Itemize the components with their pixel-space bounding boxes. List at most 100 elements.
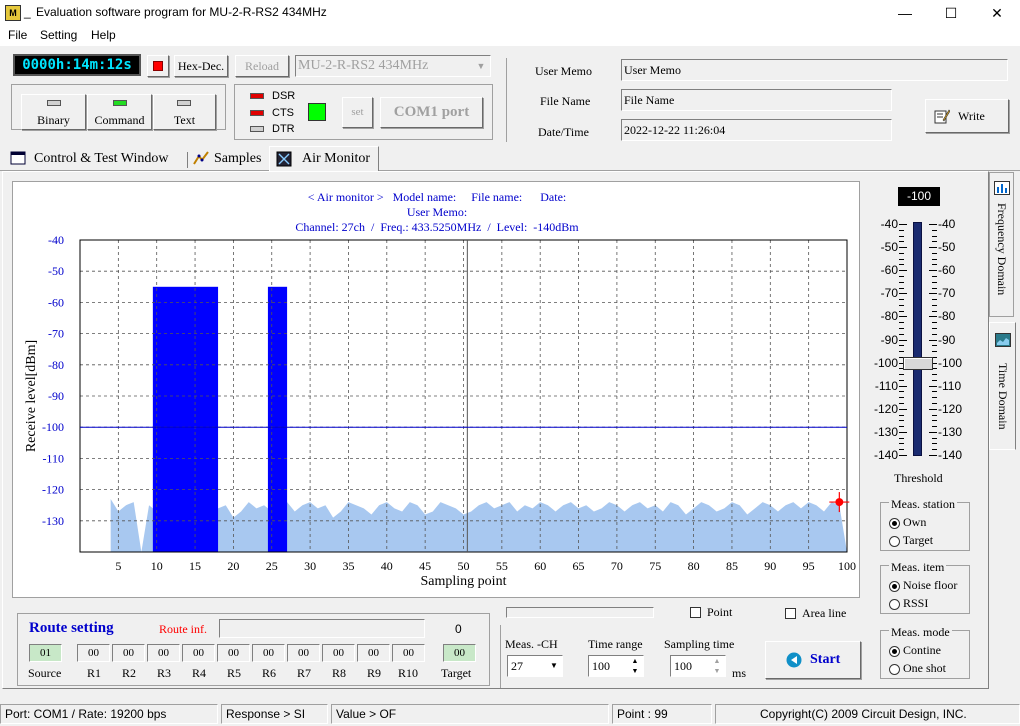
tab-samples[interactable]: Samples [190, 148, 268, 170]
radio-own-label: Own [903, 515, 927, 529]
tab-separator [187, 152, 188, 168]
chevron-down-icon[interactable]: ▼ [547, 657, 561, 675]
threshold-minor-tick [932, 229, 937, 231]
repeater-field[interactable]: 00 [112, 644, 145, 662]
threshold-minor-tick [929, 431, 937, 433]
threshold-minor-tick [932, 345, 937, 347]
side-tab-time-label: Time Domain [996, 363, 1010, 430]
model-select-value: MU-2-R-RS2 434MHz [298, 58, 429, 73]
threshold-minor-tick [929, 293, 937, 295]
menu-bar: File Setting Help [0, 26, 1020, 46]
command-button[interactable]: Command [87, 94, 152, 130]
user-memo-field[interactable]: User Memo [621, 59, 1008, 81]
threshold-scale-tick: -130 [873, 424, 898, 439]
repeater-label: R7 [297, 666, 312, 680]
target-field[interactable]: 00 [443, 644, 476, 662]
repeater-field[interactable]: 00 [357, 644, 390, 662]
radio-own[interactable]: Own [889, 515, 926, 530]
meas-mode-title: Meas. mode [889, 625, 952, 640]
radio-contine[interactable]: Contine [889, 643, 941, 658]
maximize-icon[interactable]: ☐ [928, 0, 974, 26]
point-checkbox[interactable] [690, 607, 701, 618]
repeater-field[interactable]: 00 [182, 644, 215, 662]
threshold-minor-tick [932, 327, 937, 329]
repeater-field[interactable]: 00 [322, 644, 355, 662]
threshold-scale-tick: -80 [938, 309, 956, 324]
file-name-field[interactable]: File Name [621, 89, 892, 111]
model-select[interactable]: MU-2-R-RS2 434MHz ▼ [295, 55, 491, 77]
side-tab-frequency[interactable]: Frequency Domain [989, 172, 1014, 317]
threshold-slider-thumb[interactable] [903, 356, 933, 370]
threshold-scale-tick: -40 [880, 217, 898, 231]
area-line-checkbox[interactable] [785, 608, 796, 619]
menu-setting[interactable]: Setting [40, 28, 77, 42]
frequency-icon [994, 181, 1010, 195]
repeater-field[interactable]: 00 [77, 644, 110, 662]
meas-station-group: Meas. station Own Target [880, 497, 970, 551]
date-time-field[interactable]: 2022-12-22 11:26:04 [621, 119, 892, 141]
set-button[interactable]: set [342, 97, 373, 128]
radio-noise-floor-indicator[interactable] [889, 580, 900, 592]
threshold-minor-tick [932, 437, 937, 439]
time-range-input[interactable]: 100 ▲ ▼ [588, 655, 644, 677]
reload-button[interactable]: Reload [235, 55, 289, 77]
radio-target[interactable]: Target [889, 533, 933, 548]
threshold-minor-tick [899, 437, 904, 439]
radio-rssi-indicator[interactable] [889, 598, 900, 610]
threshold-minor-tick [899, 247, 907, 249]
radio-one-shot[interactable]: One shot [889, 661, 946, 676]
source-field[interactable]: 01 [29, 644, 62, 662]
radio-contine-indicator[interactable] [889, 645, 900, 657]
tab-air-monitor[interactable]: Air Monitor [269, 146, 379, 171]
threshold-scale-tick: -90 [880, 332, 898, 347]
com-port-button[interactable]: COM1 port [380, 97, 483, 128]
radio-one-shot-indicator[interactable] [889, 663, 900, 675]
divider-left [500, 625, 501, 688]
text-button[interactable]: Text [153, 94, 216, 130]
threshold-scale-tick: -50 [880, 240, 898, 255]
repeater-field[interactable]: 00 [147, 644, 180, 662]
repeater-label: R4 [192, 666, 207, 680]
radio-target-indicator[interactable] [889, 535, 900, 547]
binary-button[interactable]: Binary [21, 94, 86, 130]
repeater-field[interactable]: 00 [252, 644, 285, 662]
menu-help[interactable]: Help [91, 28, 116, 42]
window-icon [10, 151, 26, 165]
start-button[interactable]: Start [765, 641, 861, 679]
sampling-time-input[interactable]: 100 ▲ ▼ [670, 655, 726, 677]
tab-control-label: Control & Test Window [34, 151, 169, 166]
repeater-label: R9 [367, 666, 382, 680]
tab-control-test[interactable]: Control & Test Window [6, 148, 186, 170]
threshold-scale-tick: -130 [938, 424, 963, 439]
minimize-icon[interactable]: — [882, 0, 928, 26]
threshold-scale-right: -40 -50 -60 -70 -80 -90 -100 -110 -120 -130 -140 [938, 214, 970, 464]
point-label: Point [707, 605, 733, 619]
repeater-field[interactable]: 00 [392, 644, 425, 662]
hexdec-button[interactable]: Hex-Dec. [174, 55, 228, 77]
spin-up-icon[interactable]: ▲ [710, 656, 724, 666]
radio-rssi[interactable]: RSSI [889, 596, 928, 611]
radio-own-indicator[interactable] [889, 517, 900, 529]
threshold-minor-tick [899, 327, 904, 329]
radio-noise-floor[interactable]: Noise floor [889, 578, 957, 593]
meas-ch-select[interactable]: 27 ▼ [507, 655, 563, 677]
threshold-minor-tick [932, 258, 937, 260]
repeater-field[interactable]: 00 [287, 644, 320, 662]
threshold-minor-tick [932, 333, 937, 335]
spin-down-icon[interactable]: ▼ [710, 666, 724, 676]
spin-down-icon[interactable]: ▼ [628, 666, 642, 676]
threshold-scale-tick: -100 [938, 355, 963, 370]
threshold-slider-track[interactable] [913, 222, 922, 456]
threshold-minor-tick [899, 345, 904, 347]
repeater-label: R8 [332, 666, 347, 680]
close-icon[interactable]: ✕ [974, 0, 1020, 26]
side-tab-time[interactable]: Time Domain [989, 322, 1016, 450]
chart-header-line2: User Memo: [406, 205, 468, 219]
chevron-down-icon[interactable]: ▼ [473, 57, 489, 75]
stop-button[interactable] [147, 55, 169, 77]
chart-header-line1: < Air monitor > Model name: File name: D… [307, 190, 567, 204]
repeater-field[interactable]: 00 [217, 644, 250, 662]
menu-file[interactable]: File [8, 28, 27, 42]
spin-up-icon[interactable]: ▲ [628, 656, 642, 666]
write-button[interactable]: Write [925, 99, 1009, 133]
